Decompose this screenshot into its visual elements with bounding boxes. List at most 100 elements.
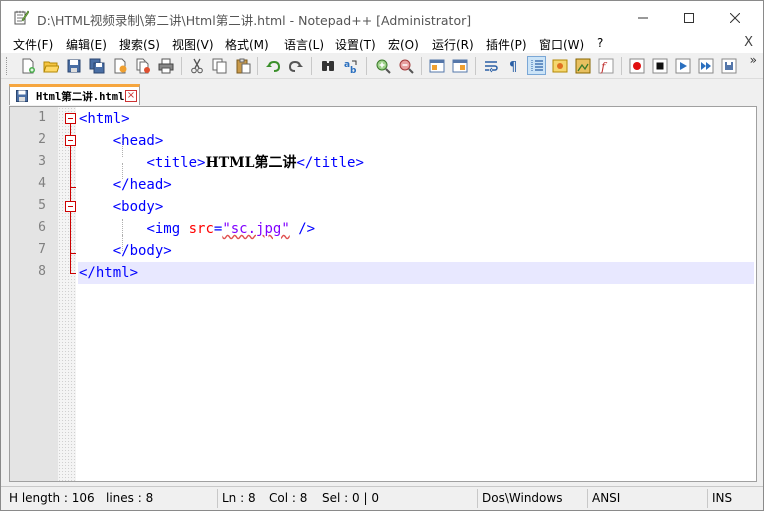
- menu-run[interactable]: 运行(R): [432, 36, 474, 53]
- undo-icon: [265, 60, 280, 72]
- zoom-in-button[interactable]: [373, 56, 392, 75]
- zoom-out-button[interactable]: [396, 56, 415, 75]
- pilcrow-icon: ¶: [509, 60, 517, 74]
- menu-language[interactable]: 语言(L): [284, 36, 324, 53]
- menu-edit[interactable]: 编辑(E): [66, 36, 107, 53]
- status-separator: [477, 489, 478, 508]
- play-macro-button[interactable]: [673, 56, 692, 75]
- stop-icon: [652, 58, 667, 73]
- document-map-button[interactable]: [573, 56, 592, 75]
- minimize-button[interactable]: [620, 1, 666, 34]
- document-map-icon: [575, 58, 590, 73]
- show-all-characters-button[interactable]: ¶: [504, 56, 523, 75]
- status-lines: lines : 8: [106, 491, 154, 505]
- line-number: 2: [38, 132, 46, 147]
- menu-window[interactable]: 窗口(W): [539, 36, 584, 53]
- binoculars-icon: [321, 60, 334, 71]
- editor-pane[interactable]: 1 2 3 4 5 6 7 8 <html> <head> <title>HTM…: [9, 106, 757, 482]
- open-file-button[interactable]: [41, 56, 60, 75]
- replace-button[interactable]: ab: [341, 56, 360, 75]
- code-line[interactable]: </html>: [79, 262, 138, 284]
- menu-search[interactable]: 搜索(S): [119, 36, 160, 53]
- document-tab-label: Html第二讲.html: [36, 91, 125, 103]
- close-file-button[interactable]: [110, 56, 129, 75]
- print-button[interactable]: [156, 56, 175, 75]
- fold-toggle-head[interactable]: [65, 135, 76, 146]
- indent-guide-button[interactable]: [527, 56, 546, 75]
- fold-toggle-body[interactable]: [65, 201, 76, 212]
- code-token-tag: />: [289, 221, 316, 237]
- line-number-gutter: 1 2 3 4 5 6 7 8: [10, 107, 58, 481]
- status-eol-format[interactable]: Dos\Windows: [482, 491, 562, 505]
- redo-button[interactable]: [286, 56, 305, 75]
- cut-button[interactable]: [187, 56, 206, 75]
- fold-toggle-html[interactable]: [65, 113, 76, 124]
- stop-recording-button[interactable]: [650, 56, 669, 75]
- code-line[interactable]: </body>: [79, 240, 172, 262]
- menu-macro[interactable]: 宏(O): [388, 36, 419, 53]
- code-token-attr: src: [188, 221, 214, 237]
- paste-button[interactable]: [233, 56, 252, 75]
- current-line-highlight: [78, 262, 754, 284]
- record-macro-button[interactable]: [627, 56, 646, 75]
- line-number: 4: [38, 176, 46, 191]
- code-line[interactable]: <head>: [79, 130, 164, 152]
- save-icon: [67, 59, 80, 72]
- close-window-button[interactable]: [712, 1, 758, 34]
- code-line[interactable]: <html>: [79, 108, 130, 130]
- menu-file[interactable]: 文件(F): [13, 36, 53, 53]
- document-tab[interactable]: Html第二讲.html ×: [9, 84, 140, 105]
- menu-settings[interactable]: 设置(T): [335, 36, 376, 53]
- code-area[interactable]: <html> <head> <title>HTML第二讲</title> </h…: [78, 107, 756, 481]
- menu-plugins[interactable]: 插件(P): [486, 36, 527, 53]
- toolbar-overflow-chevron[interactable]: »: [750, 53, 757, 67]
- scissors-icon: [190, 58, 203, 73]
- toolbar-separator: [181, 57, 182, 75]
- status-separator: [707, 489, 708, 508]
- maximize-button[interactable]: [666, 1, 712, 34]
- save-button[interactable]: [64, 56, 83, 75]
- status-encoding[interactable]: ANSI: [592, 491, 620, 505]
- svg-text:¶: ¶: [509, 60, 517, 74]
- play-icon: [675, 58, 690, 73]
- close-document-button[interactable]: X: [744, 35, 753, 50]
- paste-icon: [236, 58, 250, 73]
- menu-view[interactable]: 视图(V): [172, 36, 214, 53]
- find-button[interactable]: [318, 56, 337, 75]
- fold-margin: [58, 107, 76, 481]
- word-wrap-button[interactable]: [481, 56, 500, 75]
- fold-end-body: [70, 253, 76, 254]
- menu-format[interactable]: 格式(M): [225, 36, 269, 53]
- window-title: D:\HTML视频录制\第二讲\Html第二讲.html - Notepad++…: [37, 13, 472, 28]
- status-line-number: Ln : 8: [222, 491, 256, 505]
- code-token-tag: </title>: [296, 155, 364, 171]
- function-list-button[interactable]: f: [596, 56, 615, 75]
- sync-vertical-button[interactable]: [427, 56, 446, 75]
- code-token-str: "sc.jpg": [222, 221, 290, 237]
- code-token-tag: <body>: [112, 199, 164, 215]
- code-line[interactable]: <img src="sc.jpg" />: [79, 218, 315, 240]
- run-macro-multiple-button[interactable]: [696, 56, 715, 75]
- sync-horizontal-scroll-icon: [452, 59, 467, 72]
- menu-help[interactable]: ?: [597, 36, 603, 50]
- code-token-tag: </html>: [79, 265, 139, 281]
- save-macro-button[interactable]: [719, 56, 738, 75]
- sync-horizontal-button[interactable]: [450, 56, 469, 75]
- save-all-button[interactable]: [87, 56, 106, 75]
- fold-end-html: [70, 273, 76, 274]
- copy-button[interactable]: [210, 56, 229, 75]
- code-line[interactable]: </head>: [79, 174, 172, 196]
- close-all-button[interactable]: [133, 56, 152, 75]
- status-insert-mode[interactable]: INS: [712, 491, 732, 505]
- toolbar-separator: [475, 57, 476, 75]
- code-line[interactable]: <body>: [79, 196, 164, 218]
- undo-button[interactable]: [263, 56, 282, 75]
- toolbar-grip[interactable]: [6, 57, 9, 75]
- toolbar-separator: [311, 57, 312, 75]
- tab-close-icon[interactable]: ×: [125, 90, 137, 102]
- code-line[interactable]: <title>HTML第二讲</title>: [79, 152, 364, 174]
- new-file-button[interactable]: [18, 56, 37, 75]
- user-defined-language-button[interactable]: [550, 56, 569, 75]
- maximize-icon: [684, 12, 694, 23]
